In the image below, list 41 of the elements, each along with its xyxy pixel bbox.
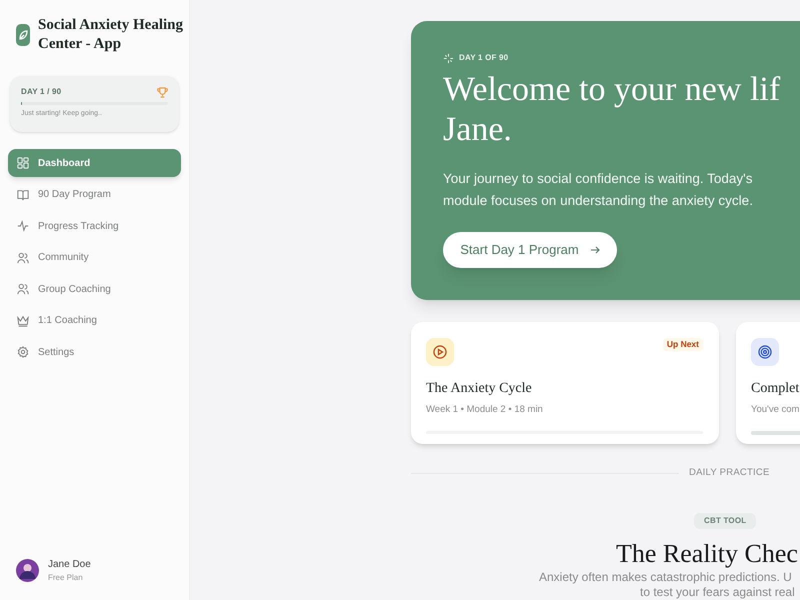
user-plan: Free Plan bbox=[48, 572, 84, 584]
app-title: Social Anxiety Healing Center - App bbox=[38, 16, 184, 54]
sparkle-icon bbox=[443, 52, 454, 64]
target-icon bbox=[758, 345, 772, 359]
module-title: Complet bbox=[751, 380, 800, 398]
day-counter: DAY 1 / 90 bbox=[21, 86, 62, 98]
avatar-icon bbox=[16, 559, 39, 582]
status-badge: Up Next bbox=[662, 338, 703, 351]
welcome-heading: Welcome to your new lif Jane. bbox=[443, 70, 782, 150]
nav-item[interactable]: Progress Tracking bbox=[8, 212, 181, 240]
book-icon bbox=[17, 188, 29, 200]
module-card[interactable]: Complet You've com bbox=[736, 322, 800, 444]
module-meta: Week 1 • Module 2 • 18 min bbox=[426, 403, 544, 417]
tool-description: Anxiety often makes catastrophic predictions. U bbox=[538, 569, 793, 586]
day-label: DAY 1 OF 90 bbox=[459, 52, 508, 64]
welcome-text: Your journey to social confidence is waiting. Today's module focuses on understanding the anxiety cycle. bbox=[443, 170, 754, 210]
module-meta: You've com bbox=[751, 403, 800, 417]
nav-item[interactable]: 1:1 Coaching bbox=[8, 306, 181, 334]
leaf-logo-icon bbox=[16, 24, 30, 46]
tool-title: The Reality Chec bbox=[615, 539, 799, 570]
people-icon bbox=[17, 283, 29, 295]
nav-item[interactable]: Dashboard bbox=[8, 149, 181, 177]
module-title: The Anxiety Cycle bbox=[426, 380, 533, 398]
section-label: DAILY PRACTICE bbox=[689, 466, 770, 480]
tool-description: to test your fears against real bbox=[639, 585, 796, 600]
settings-icon bbox=[17, 346, 29, 358]
nav-item[interactable]: Settings bbox=[8, 338, 181, 366]
nav-item[interactable]: 90 Day Program bbox=[8, 180, 181, 208]
people-icon bbox=[17, 252, 29, 264]
arrow-right-icon bbox=[590, 246, 600, 254]
start-program-button[interactable]: Start Day 1 Program bbox=[443, 232, 617, 268]
nav-item[interactable]: Group Coaching bbox=[8, 275, 181, 303]
user-name: Jane Doe bbox=[48, 558, 91, 572]
crown-icon bbox=[17, 314, 29, 326]
module-card[interactable]: Up Next The Anxiety Cycle Week 1 • Module 2 • 18 min bbox=[411, 322, 719, 444]
trophy-icon bbox=[157, 86, 168, 98]
tool-badge: CBT TOOL bbox=[694, 513, 756, 530]
play-icon bbox=[433, 345, 447, 359]
nav-item[interactable]: Community bbox=[8, 244, 181, 272]
pulse-icon bbox=[17, 220, 29, 232]
grid-icon bbox=[17, 157, 29, 169]
